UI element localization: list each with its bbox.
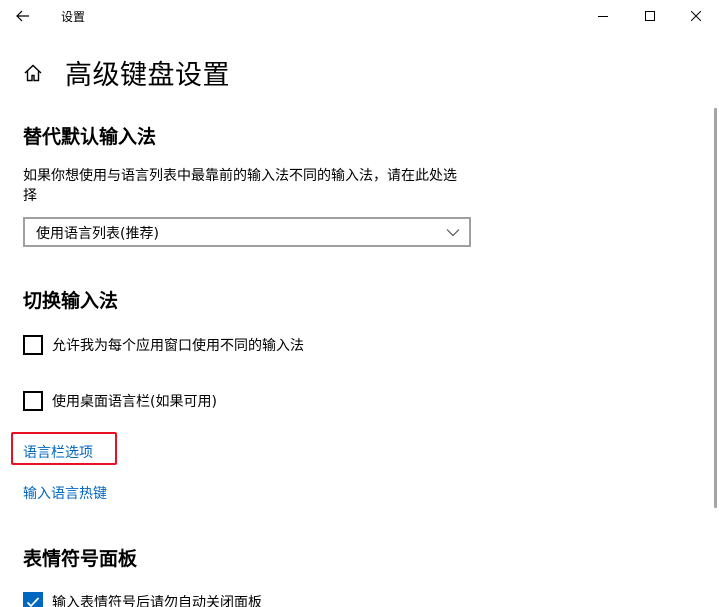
checkbox-emoji-panel-keep-open[interactable]: 输入表情符号后请勿自动关闭面板 — [23, 591, 262, 607]
chevron-down-icon — [446, 229, 460, 237]
minimize-button[interactable] — [580, 0, 626, 32]
scrollbar[interactable] — [714, 108, 717, 508]
home-button[interactable] — [20, 60, 46, 86]
language-bar-options-link[interactable]: 语言栏选项 — [23, 442, 93, 462]
checkbox-label: 使用桌面语言栏(如果可用) — [52, 394, 217, 410]
close-icon — [691, 11, 701, 21]
section-title-emoji-panel: 表情符号面板 — [23, 548, 138, 570]
input-method-select-value: 使用语言列表(推荐) — [36, 226, 159, 242]
minimize-icon — [598, 16, 608, 17]
page-title: 高级键盘设置 — [65, 60, 230, 91]
maximize-icon — [645, 11, 655, 21]
input-method-select[interactable]: 使用语言列表(推荐) — [23, 217, 471, 247]
checkbox-label: 输入表情符号后请勿自动关闭面板 — [52, 595, 262, 607]
section-title-override-input: 替代默认输入法 — [23, 126, 157, 148]
close-button[interactable] — [673, 0, 719, 32]
input-language-hotkeys-link[interactable]: 输入语言热键 — [23, 483, 107, 503]
arrow-left-icon — [16, 10, 29, 22]
checkbox-box[interactable] — [23, 391, 43, 411]
window-title: 设置 — [61, 10, 86, 24]
checkbox-box-checked[interactable] — [23, 592, 43, 607]
checkbox-per-app-input[interactable]: 允许我为每个应用窗口使用不同的输入法 — [23, 334, 304, 356]
back-button[interactable] — [8, 2, 38, 30]
checkmark-icon — [26, 597, 40, 607]
home-icon — [24, 64, 42, 82]
checkbox-label: 允许我为每个应用窗口使用不同的输入法 — [52, 338, 304, 354]
section-title-switch-input: 切换输入法 — [23, 290, 119, 312]
checkbox-desktop-language-bar[interactable]: 使用桌面语言栏(如果可用) — [23, 390, 217, 412]
checkbox-box[interactable] — [23, 335, 43, 355]
title-bar: 设置 — [0, 0, 719, 32]
override-input-description: 如果你想使用与语言列表中最靠前的输入法不同的输入法，请在此处选择 — [23, 168, 457, 204]
maximize-button[interactable] — [627, 0, 673, 32]
